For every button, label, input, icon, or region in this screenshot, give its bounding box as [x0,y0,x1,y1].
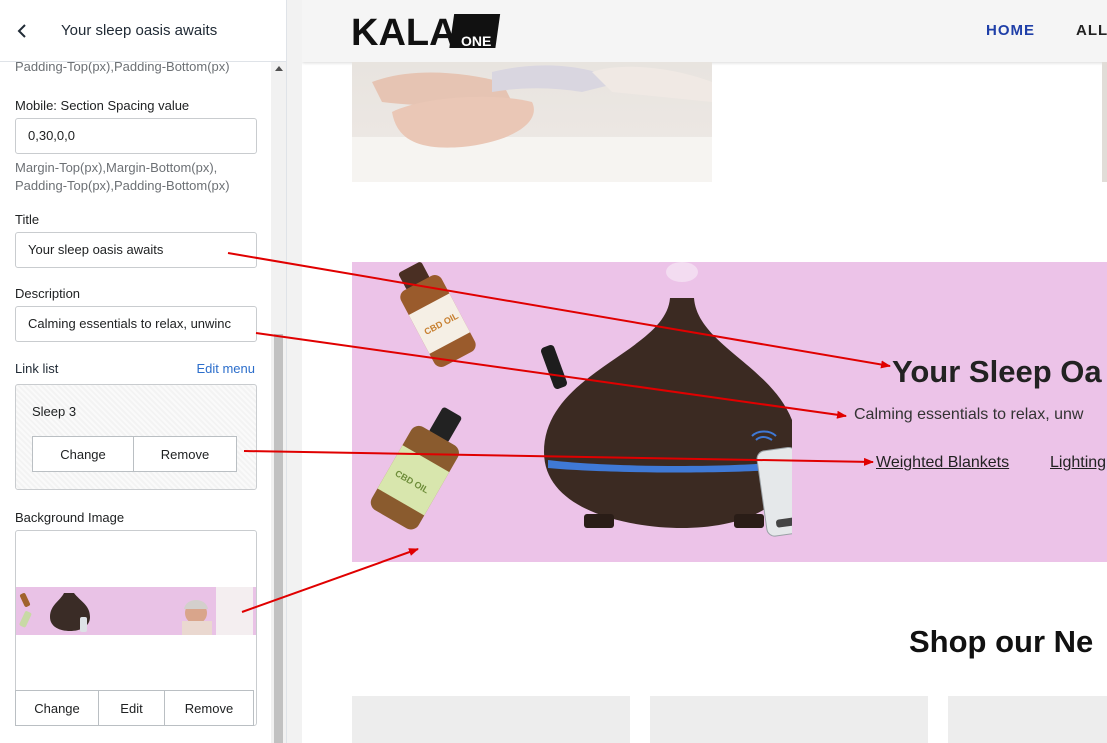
mobile-spacing-hint-2: Padding-Top(px),Padding-Bottom(px) [15,178,230,193]
link-list-remove-button[interactable]: Remove [134,436,237,472]
mobile-spacing-hint-1: Margin-Top(px),Margin-Bottom(px), [15,160,218,175]
banner-description: Calming essentials to relax, unw [854,406,1084,423]
mobile-spacing-input[interactable]: 0,30,0,0 [15,118,257,154]
previous-section-image [352,62,712,182]
background-image-remove-button[interactable]: Remove [165,690,254,726]
edit-menu-link[interactable]: Edit menu [196,361,255,376]
back-arrow-icon[interactable] [14,23,30,39]
link-list-header: Link list Edit menu [0,361,272,376]
banner-product-image: CBD OIL CBD OIL [370,262,792,537]
top-hint-text: Padding-Top(px),Padding-Bottom(px) [15,62,230,74]
adjacent-image-edge [1102,62,1107,182]
link-list-card: Sleep 3 Change Remove [15,384,257,490]
hero-banner: CBD OIL CBD OIL Your Sleep Oa Calming es… [352,262,1107,562]
nav-all-link[interactable]: ALL [1076,22,1107,39]
storefront-preview: KALA ONE HOME ALL CBD OIL CBD OIL Your S… [302,0,1107,743]
mobile-spacing-label: Mobile: Section Spacing value [15,98,190,113]
store-logo[interactable]: KALA ONE [351,8,503,57]
sidebar-settings-panel: Padding-Top(px),Padding-Bottom(px) Mobil… [0,62,272,743]
logo-text: KALA [351,12,457,52]
title-label: Title [15,212,40,227]
scroll-up-arrow-icon[interactable] [275,66,283,71]
link-list-selected: Sleep 3 [32,404,77,419]
store-header: KALA ONE HOME ALL [302,0,1107,62]
shop-section-title: Shop our Ne [909,624,1094,659]
title-input[interactable]: Your sleep oasis awaits [15,232,257,268]
background-image-change-button[interactable]: Change [15,690,99,726]
link-list-actions: Change Remove [32,436,240,472]
banner-link-weighted-blankets[interactable]: Weighted Blankets [876,454,1009,472]
description-input[interactable]: Calming essentials to relax, unwinc [15,306,257,342]
nav-home-link[interactable]: HOME [986,22,1035,39]
link-list-change-button[interactable]: Change [32,436,134,472]
sidebar-scrollbar[interactable] [271,62,286,743]
sidebar-title: Your sleep oasis awaits [61,22,218,39]
product-card[interactable] [352,696,630,743]
theme-editor-sidebar: Your sleep oasis awaits Padding-Top(px),… [0,0,287,743]
background-image-edit-button[interactable]: Edit [99,690,165,726]
product-card[interactable] [948,696,1107,743]
background-image-thumbnail[interactable] [16,587,256,635]
description-label: Description [15,286,81,301]
banner-title: Your Sleep Oa [892,354,1102,389]
sidebar-header: Your sleep oasis awaits [0,0,286,62]
banner-link-lighting[interactable]: Lighting [1050,454,1106,472]
link-list-label: Link list [15,361,59,376]
scrollbar-thumb[interactable] [274,334,283,743]
background-image-actions: Change Edit Remove [15,690,257,726]
product-card[interactable] [650,696,928,743]
background-image-picker: Change Edit Remove [15,530,257,726]
background-image-label: Background Image [15,510,125,525]
logo-badge: ONE [461,33,491,49]
